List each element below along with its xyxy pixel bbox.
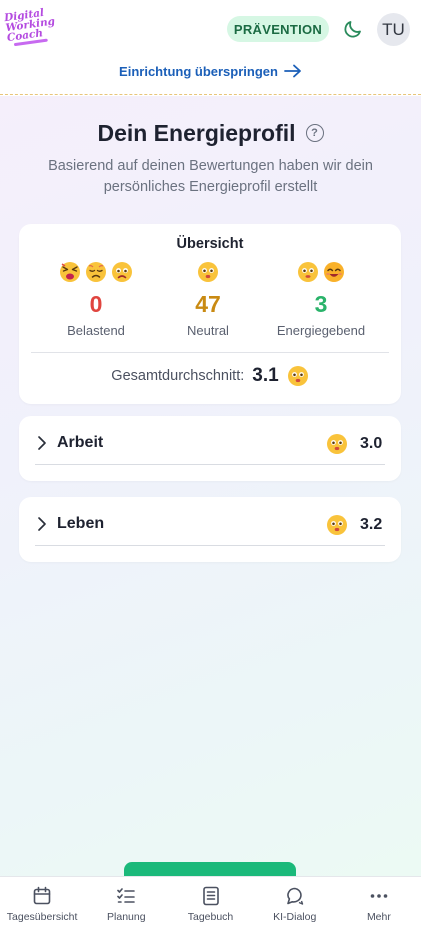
average-row: Gesamtdurchschnitt: 3.1	[19, 364, 401, 388]
overview-title: Übersicht	[176, 236, 244, 252]
average-label: Gesamtdurchschnitt:	[111, 368, 245, 384]
count-neutral: 47	[195, 291, 221, 317]
section-value: 3.2	[360, 516, 383, 533]
exhausted-face-icon	[60, 262, 80, 282]
bottom-navigation: Tagesübersicht Planung Tagebuch KI-Dialo…	[0, 876, 421, 930]
primary-action-button[interactable]	[124, 862, 296, 876]
section-arbeit[interactable]: Arbeit 3.0	[19, 416, 401, 481]
sad-face-icon	[86, 262, 106, 282]
section-label: Leben	[57, 515, 105, 532]
column-energiegebend: 3 Energiegebend	[261, 261, 381, 338]
column-neutral: 47 Neutral	[148, 261, 268, 338]
avatar[interactable]: TU	[377, 13, 410, 46]
neutral-face-icon	[327, 515, 347, 535]
more-dots-icon	[370, 894, 388, 898]
skip-setup-link[interactable]: Einrichtung überspringen	[0, 60, 421, 82]
checklist-icon	[117, 888, 136, 903]
overview-card: Übersicht 0 Belastend 47 Neutral 3 Energ…	[19, 224, 401, 404]
title-row: Dein Energieprofil ?	[0, 118, 421, 148]
label-neutral: Neutral	[187, 323, 229, 338]
moon-icon[interactable]	[341, 17, 365, 41]
nav-label: Mehr	[366, 911, 391, 923]
prevention-badge: PRÄVENTION	[227, 16, 329, 42]
neutral-face-icon	[327, 434, 347, 454]
page-subtitle: Basierend auf deinen Bewertungen haben w…	[48, 158, 373, 195]
section-leben[interactable]: Leben 3.2	[19, 497, 401, 562]
nav-tagesuebersicht[interactable]: Tagesübersicht	[0, 877, 84, 930]
neutral-face-icon	[287, 366, 308, 386]
main-content: Dein Energieprofil ? Basierend auf deine…	[0, 96, 421, 876]
journal-icon	[202, 886, 219, 906]
nav-mehr[interactable]: Mehr	[337, 877, 421, 930]
label-belastend: Belastend	[67, 323, 125, 338]
nav-label: Tagesübersicht	[6, 911, 78, 923]
column-belastend: 0 Belastend	[36, 261, 156, 338]
count-belastend: 0	[89, 291, 103, 317]
slight-smile-face-icon	[298, 262, 318, 282]
app-header: Digital Working Coach PRÄVENTION TU Einr…	[0, 0, 421, 95]
count-energiegebend: 3	[314, 291, 328, 317]
chat-bubbles-icon	[286, 887, 303, 905]
nav-planung[interactable]: Planung	[84, 877, 168, 930]
section-value: 3.0	[360, 435, 383, 452]
chevron-right-icon	[38, 517, 46, 531]
arrow-right-icon	[284, 64, 301, 78]
help-icon[interactable]: ?	[305, 124, 324, 142]
overview-divider	[31, 352, 389, 353]
skip-setup-label: Einrichtung überspringen	[119, 63, 278, 79]
worried-face-icon	[112, 262, 132, 282]
neutral-face-icon	[198, 262, 218, 282]
label-energiegebend: Energiegebend	[276, 323, 366, 338]
section-divider	[35, 545, 385, 546]
nav-label: Planung	[107, 911, 146, 923]
chevron-right-icon	[38, 436, 46, 450]
happy-face-icon	[324, 262, 344, 282]
nav-tagebuch[interactable]: Tagebuch	[168, 877, 252, 930]
page-title: Dein Energieprofil	[97, 119, 296, 146]
average-value: 3.1	[252, 365, 279, 386]
app-logo[interactable]: Digital Working Coach	[3, 7, 56, 51]
section-divider	[35, 464, 385, 465]
nav-ki-dialog[interactable]: KI-Dialog	[253, 877, 337, 930]
section-label: Arbeit	[57, 434, 104, 451]
nav-label: Tagebuch	[187, 911, 234, 923]
nav-label: KI-Dialog	[273, 911, 317, 923]
calendar-icon	[33, 886, 51, 905]
